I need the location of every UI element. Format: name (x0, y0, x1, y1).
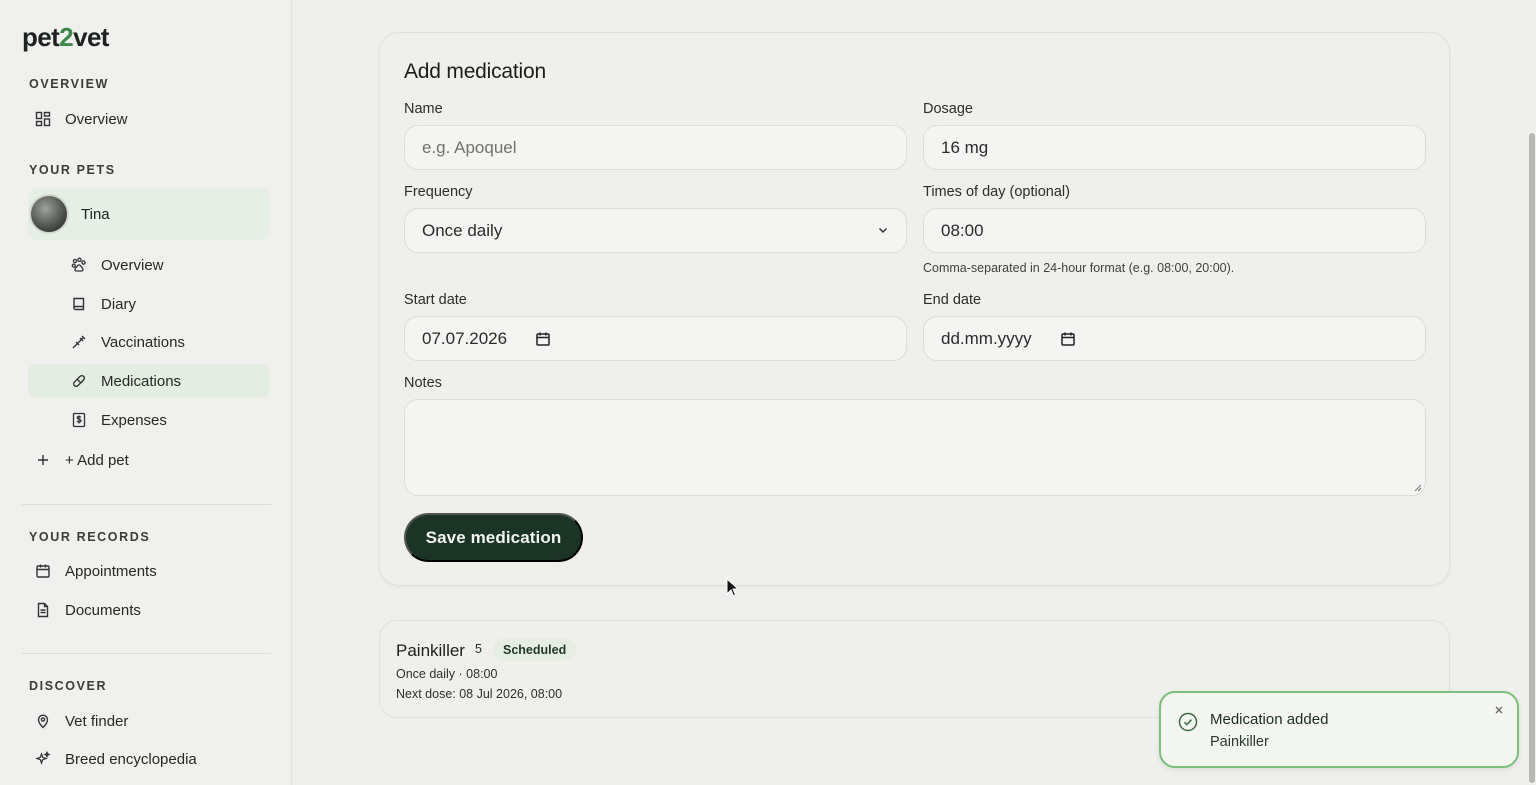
sparkles-icon (35, 751, 51, 767)
sidebar-item-overview[interactable]: Overview (28, 102, 270, 136)
medication-next-dose: Next dose: 08 Jul 2026, 08:00 (396, 687, 563, 701)
chevron-down-icon (878, 227, 888, 234)
start-date-input[interactable]: 07.07.2026 (404, 316, 907, 361)
sidebar-item-label: Overview (101, 256, 164, 274)
toast-notification: Medication added Painkiller (1159, 691, 1519, 768)
paw-icon (71, 257, 87, 273)
times-hint: Comma-separated in 24-hour format (e.g. … (923, 261, 1235, 275)
dashboard-grid-icon (35, 111, 51, 127)
syringe-icon (71, 334, 87, 350)
sidebar-item-label: Expenses (101, 411, 167, 429)
sidebar-item-label: Medications (101, 372, 182, 390)
toast-message: Painkiller (1210, 734, 1269, 750)
medication-schedule: Once daily · 08:00 (396, 667, 498, 681)
sidebar-item-appointments[interactable]: Appointments (28, 554, 270, 588)
sidebar-item-medications[interactable]: Medications (28, 364, 270, 398)
sidebar-item-label: Vet finder (65, 712, 129, 730)
section-title-pets: YOUR PETS (29, 163, 116, 177)
times-label: Times of day (optional) (923, 184, 1070, 200)
scrollbar[interactable] (1528, 0, 1536, 785)
sidebar-item-pet-overview[interactable]: Overview (28, 248, 270, 282)
add-pet-button[interactable]: + Add pet (28, 443, 270, 477)
calendar-icon[interactable] (1060, 331, 1076, 347)
book-icon (71, 296, 87, 312)
notes-textarea[interactable] (404, 399, 1426, 496)
start-date-value: 07.07.2026 (422, 328, 508, 348)
sidebar-item-vet-finder[interactable]: Vet finder (28, 704, 270, 738)
end-date-value: dd.mm.yyyy (941, 328, 1032, 348)
check-circle-icon (1178, 712, 1198, 732)
dosage-label: Dosage (923, 101, 973, 117)
app-logo[interactable]: pet2vet (22, 22, 109, 53)
calendar-icon (35, 563, 51, 579)
add-medication-card: Add medication Name e.g. Apoquel Dosage … (379, 32, 1450, 586)
sidebar-item-label: Appointments (65, 562, 157, 580)
document-icon (35, 602, 51, 618)
section-title-overview: OVERVIEW (29, 77, 109, 91)
name-input[interactable]: e.g. Apoquel (404, 125, 907, 170)
sidebar-item-breed-encyclopedia[interactable]: Breed encyclopedia (28, 742, 270, 776)
medication-count: 5 (475, 642, 482, 656)
frequency-value: Once daily (422, 220, 503, 240)
end-date-input[interactable]: dd.mm.yyyy (923, 316, 1426, 361)
sidebar-item-vaccinations[interactable]: Vaccinations (28, 325, 270, 359)
plus-icon (35, 452, 51, 468)
section-title-discover: DISCOVER (29, 679, 108, 693)
frequency-select[interactable]: Once daily (404, 208, 907, 253)
receipt-dollar-icon (71, 412, 87, 428)
name-label: Name (404, 101, 443, 117)
notes-label: Notes (404, 375, 442, 391)
save-medication-button[interactable]: Save medication (404, 513, 583, 562)
sidebar-item-label: Overview (65, 110, 128, 128)
sidebar-item-label: Breed encyclopedia (65, 750, 197, 768)
mouse-cursor-icon (726, 578, 738, 597)
pill-icon (71, 373, 87, 389)
sidebar-item-label: Documents (65, 601, 141, 619)
pet-name: Tina (81, 205, 110, 223)
pet-item-tina[interactable]: Tina (28, 188, 270, 240)
pet-avatar (29, 194, 69, 234)
sidebar-item-label: Vaccinations (101, 333, 185, 351)
end-date-label: End date (923, 292, 982, 308)
frequency-label: Frequency (404, 184, 473, 200)
toast-title: Medication added (1210, 711, 1329, 728)
start-date-label: Start date (404, 292, 467, 308)
sidebar-item-diary[interactable]: Diary (28, 287, 270, 321)
form-title: Add medication (404, 60, 546, 83)
dosage-input[interactable]: 16 mg (923, 125, 1426, 170)
add-pet-label: + Add pet (65, 451, 129, 469)
calendar-icon[interactable] (535, 331, 551, 347)
medication-name: Painkiller (396, 641, 465, 660)
resize-handle-icon[interactable] (1414, 484, 1422, 492)
close-icon[interactable] (1494, 705, 1504, 715)
map-pin-icon (35, 713, 51, 729)
sidebar-item-documents[interactable]: Documents (28, 593, 270, 627)
scrollbar-thumb[interactable] (1529, 133, 1535, 783)
sidebar-item-expenses[interactable]: Expenses (28, 403, 270, 437)
sidebar-item-label: Diary (101, 295, 137, 313)
sidebar: pet2vet OVERVIEW Overview YOUR PETS Tina… (0, 0, 292, 785)
sidebar-divider (22, 653, 271, 654)
times-input[interactable]: 08:00 (923, 208, 1426, 253)
status-badge: Scheduled (493, 638, 577, 661)
section-title-records: YOUR RECORDS (29, 530, 151, 544)
sidebar-divider (22, 504, 271, 505)
